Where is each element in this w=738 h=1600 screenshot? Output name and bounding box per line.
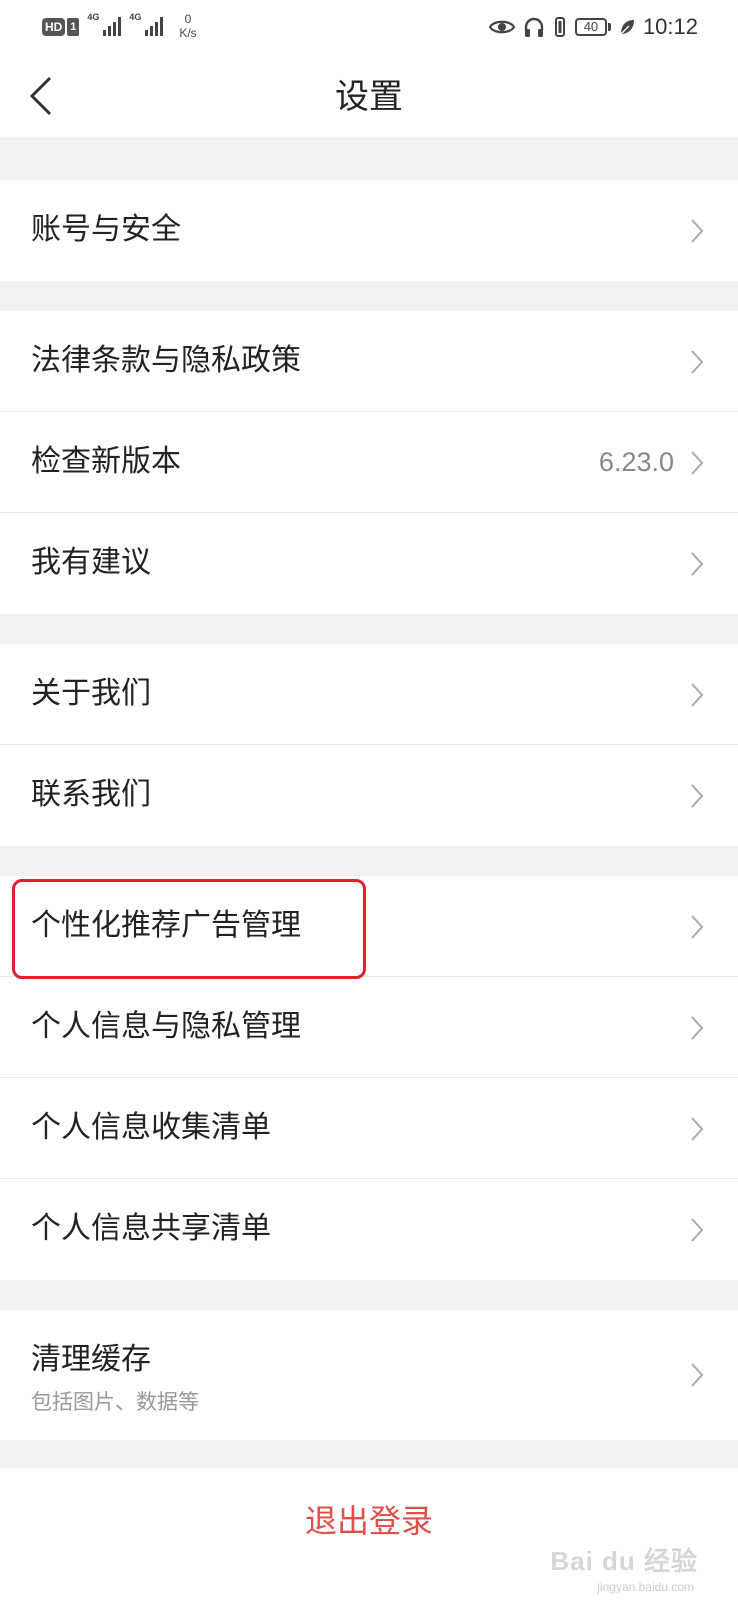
chevron-right-icon [691,219,704,243]
settings-item-personalized-ads[interactable]: 个性化推荐广告管理 [0,876,738,977]
clock: 10:12 [642,14,698,39]
chevron-right-icon [691,915,704,939]
settings-item-label: 账号与安全 [31,212,181,247]
settings-item-sublabel: 包括图片、数据等 [31,1390,199,1414]
chevron-right-icon [691,1363,704,1387]
version-value: 6.23.0 [598,447,674,477]
signal-icon: 4G [87,12,122,36]
chevron-right-icon [691,683,704,707]
settings-item-label: 个性化推荐广告管理 [31,908,301,943]
sim-indicator: 1 [67,18,80,36]
status-bar: HD 1 4G 4G 0 K/s 40 10:12 [0,0,738,56]
settings-item-label: 个人信息共享清单 [31,1211,271,1246]
settings-group-about: 关于我们 联系我们 [0,644,738,846]
battery-level: 40 [574,18,607,36]
settings-group-privacy: 个性化推荐广告管理 个人信息与隐私管理 个人信息收集清单 个人信息共享清单 [0,876,738,1280]
chevron-right-icon [691,451,704,475]
network-speed-unit: K/s [179,26,197,40]
settings-item-info-collection-list[interactable]: 个人信息收集清单 [0,1078,738,1179]
settings-item-label: 关于我们 [31,676,151,711]
chevron-right-icon [691,1016,704,1040]
vibrate-icon [554,17,565,37]
logout-area: 退出登录 Bai du 经验 jingyan.baidu.com [0,1468,738,1600]
chevron-right-icon [691,350,704,374]
settings-item-label: 清理缓存 [31,1342,151,1377]
chevron-left-icon [29,76,52,116]
settings-item-legal-privacy[interactable]: 法律条款与隐私政策 [0,311,738,412]
watermark-logo: Bai du 经验 [550,1546,698,1576]
network-speed: 0 K/s [179,12,196,40]
settings-group-cache: 清理缓存 包括图片、数据等 [0,1310,738,1440]
settings-group-account: 账号与安全 [0,180,738,281]
network-type-label-2: 4G [129,12,142,22]
settings-item-label: 法律条款与隐私政策 [31,343,301,378]
page-title: 设置 [335,77,403,117]
back-button[interactable] [22,74,66,118]
nav-bar: 设置 [0,56,738,139]
settings-item-contact-us[interactable]: 联系我们 [0,745,738,846]
settings-item-check-version[interactable]: 检查新版本 6.23.0 [0,412,738,513]
settings-item-label: 检查新版本 [31,444,181,479]
settings-item-feedback[interactable]: 我有建议 [0,513,738,614]
settings-item-clear-cache[interactable]: 清理缓存 包括图片、数据等 [0,1310,738,1440]
signal-icon-2: 4G [129,12,164,36]
settings-item-label: 个人信息与隐私管理 [31,1009,301,1044]
hd-voice-icon: HD [42,18,66,36]
watermark-url: jingyan.baidu.com [597,1580,694,1594]
chevron-right-icon [691,552,704,576]
settings-item-label: 联系我们 [31,777,151,812]
settings-group-info: 法律条款与隐私政策 检查新版本 6.23.0 我有建议 [0,311,738,614]
eye-icon [488,20,515,34]
settings-item-about-us[interactable]: 关于我们 [0,644,738,745]
status-left: HD 1 4G 4G 0 K/s [42,12,197,40]
status-right: 40 10:12 [488,12,698,42]
settings-item-label: 我有建议 [31,545,151,580]
network-speed-value: 0 [184,12,192,26]
settings-item-personal-info-privacy[interactable]: 个人信息与隐私管理 [0,977,738,1078]
chevron-right-icon [691,1117,704,1141]
chevron-right-icon [691,1218,704,1242]
settings-item-info-sharing-list[interactable]: 个人信息共享清单 [0,1179,738,1280]
chevron-right-icon [691,784,704,808]
settings-item-account-security[interactable]: 账号与安全 [0,180,738,281]
leaf-icon [620,20,634,35]
battery-icon: 40 [574,18,611,36]
headphones-icon [524,17,544,37]
settings-item-label: 个人信息收集清单 [31,1110,271,1145]
network-type-label: 4G [87,12,100,22]
